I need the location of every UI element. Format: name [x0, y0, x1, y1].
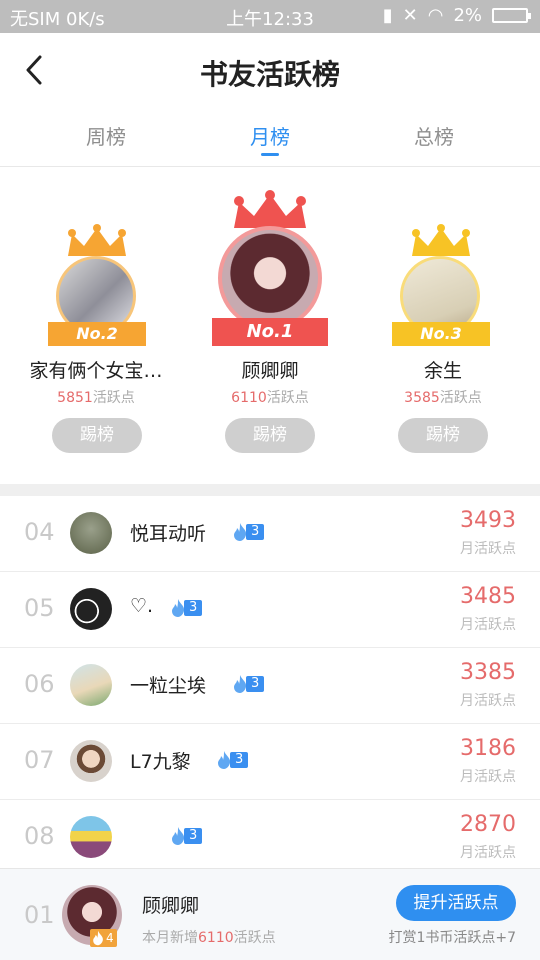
score: 3485: [460, 584, 516, 609]
tab-monthly[interactable]: 月榜: [210, 121, 330, 156]
score: 3385: [460, 660, 516, 685]
my-rank-bar: 01 4 顾卿卿 本月新增6110活跃点 提升活跃点 打赏1书币活跃点+7: [0, 868, 540, 960]
score-unit: 月活跃点: [460, 617, 516, 633]
list-item[interactable]: 04 悦耳动听 3 3493 月活跃点: [0, 496, 540, 572]
podium-points-3: 3585活跃点: [404, 390, 482, 406]
level-badge: 3: [230, 522, 265, 542]
rank-number: 06: [24, 670, 55, 698]
score-unit: 月活跃点: [460, 845, 516, 861]
podium-name-3[interactable]: 余生: [353, 356, 533, 383]
battery-icon: [492, 8, 531, 23]
podium-points-1: 6110活跃点: [231, 390, 309, 406]
avatar[interactable]: [70, 512, 112, 554]
avatar[interactable]: [70, 740, 112, 782]
podium-name-1[interactable]: 顾卿卿: [180, 356, 360, 383]
battery-charging-icon: ▮: [382, 5, 393, 26]
podium-points-2: 5851活跃点: [57, 390, 135, 406]
wifi-icon: ◠: [427, 5, 444, 26]
user-name[interactable]: L7九黎: [130, 747, 191, 774]
score: 3493: [460, 508, 516, 533]
mute-icon: ✕: [402, 5, 418, 26]
list-item[interactable]: 07 L7九黎 3 3186 月活跃点: [0, 724, 540, 800]
list-item[interactable]: 06 一粒尘埃 3 3385 月活跃点: [0, 648, 540, 724]
reward-note: 打赏1书币活跃点+7: [388, 930, 516, 946]
page-title: 书友活跃榜: [199, 58, 340, 91]
score-unit: 月活跃点: [460, 541, 516, 557]
score-unit: 月活跃点: [460, 769, 516, 785]
level-badge: 3: [168, 598, 203, 618]
podium: No.2 家有俩个女宝… 5851活跃点 踢榜 No.1 顾卿卿 6110活跃点…: [0, 168, 540, 484]
rank-number: 08: [24, 822, 55, 850]
score: 3186: [460, 736, 516, 761]
rank-ribbon-3: No.3: [392, 322, 490, 346]
avatar-rank-1[interactable]: [218, 226, 322, 330]
list-item[interactable]: 08 3 2870 月活跃点: [0, 800, 540, 876]
tab-total[interactable]: 总榜: [374, 121, 494, 150]
tab-weekly[interactable]: 周榜: [46, 121, 166, 150]
rank-ribbon-1: No.1: [212, 318, 328, 346]
rank-list: 04 悦耳动听 3 3493 月活跃点 05 ♡. 3 3485 月活跃点 06…: [0, 496, 540, 876]
level-badge: 3: [168, 826, 203, 846]
kick-button-2[interactable]: 踢榜: [52, 418, 142, 453]
my-name: 顾卿卿: [142, 895, 200, 917]
user-name[interactable]: 悦耳动听: [130, 519, 206, 546]
battery-percent: 2%: [453, 5, 482, 26]
score: 2870: [460, 812, 516, 837]
my-level-badge: 4: [90, 929, 117, 947]
user-name[interactable]: 一粒尘埃: [130, 671, 206, 698]
rank-ribbon-2: No.2: [48, 322, 146, 346]
rank-number: 04: [24, 518, 55, 546]
tab-indicator: [261, 153, 279, 156]
my-rank-number: 01: [24, 901, 55, 929]
flame-icon: [93, 930, 103, 946]
section-divider: [0, 484, 540, 496]
my-monthly-points: 本月新增6110活跃点: [142, 930, 276, 946]
status-bar: 无SIM 0K/s 上午12:33 ▮ ✕ ◠ 2%: [0, 0, 540, 33]
rank-number: 05: [24, 594, 55, 622]
user-name[interactable]: ♡.: [130, 595, 153, 617]
level-badge: 3: [230, 674, 265, 694]
avatar[interactable]: [70, 664, 112, 706]
tab-bar: 周榜 月榜 总榜: [0, 111, 540, 167]
list-item[interactable]: 05 ♡. 3 3485 月活跃点: [0, 572, 540, 648]
status-right: ▮ ✕ ◠ 2%: [382, 5, 531, 26]
avatar[interactable]: [70, 816, 112, 858]
level-badge: 3: [214, 750, 249, 770]
avatar[interactable]: [70, 588, 112, 630]
score-unit: 月活跃点: [460, 693, 516, 709]
kick-button-1[interactable]: 踢榜: [225, 418, 315, 453]
rank-number: 07: [24, 746, 55, 774]
podium-name-2[interactable]: 家有俩个女宝…: [6, 356, 186, 383]
header: 书友活跃榜: [0, 33, 540, 111]
boost-activity-button[interactable]: 提升活跃点: [396, 885, 516, 921]
kick-button-3[interactable]: 踢榜: [398, 418, 488, 453]
